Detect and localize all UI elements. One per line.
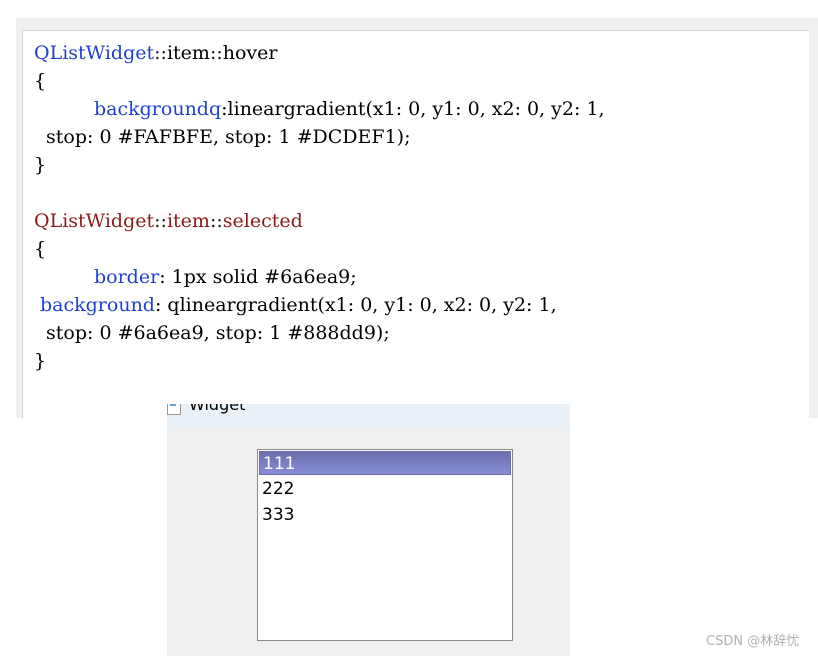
selector-state: hover: [222, 42, 278, 64]
watermark: CSDN @林辞忧: [706, 634, 800, 649]
property-name: background: [40, 294, 155, 316]
property-value: : qlineargradient(x1: 0, y1: 0, x2: 0, y…: [154, 294, 557, 316]
widget-window: Widget 111 222 333: [167, 404, 570, 656]
list-item[interactable]: 222: [259, 477, 511, 501]
property-value: : 1px solid #6a6ea9;: [159, 266, 357, 288]
selector-sub: item: [166, 210, 210, 232]
selector-sub: item: [166, 42, 210, 64]
property-name: border: [94, 266, 160, 288]
selector-separator: ::: [209, 210, 223, 232]
selector-state: selected: [222, 210, 303, 232]
selector-separator: ::: [209, 42, 223, 64]
code-line-9: border: 1px solid #6a6ea9;: [94, 264, 357, 290]
selector-class: QListWidget: [34, 42, 155, 64]
code-line-12: }: [34, 350, 47, 372]
property-value: :lineargradient(x1: 0, y1: 0, x2: 0, y2:…: [221, 98, 605, 120]
code-line-11: stop: 0 #6a6ea9, stop: 1 #888dd9);: [40, 322, 390, 344]
list-item-selected[interactable]: 111: [259, 451, 511, 475]
selector-separator: ::: [154, 210, 167, 232]
list-widget[interactable]: 111 222 333: [257, 449, 513, 641]
code-line-10: background: qlineargradient(x1: 0, y1: 0…: [40, 292, 557, 318]
window-title: Widget: [189, 404, 246, 414]
code-line-3: backgroundq:lineargradient(x1: 0, y1: 0,…: [94, 96, 605, 122]
code-line-5: }: [34, 154, 47, 176]
code-line-2: {: [34, 70, 47, 92]
window-icon: [167, 404, 181, 415]
code-line-7: QListWidget::item::selected: [34, 208, 303, 234]
property-name: backgroundq: [94, 98, 222, 120]
window-titlebar[interactable]: Widget: [167, 404, 570, 429]
code-line-1: QListWidget::item::hover: [34, 40, 278, 66]
list-item[interactable]: 333: [259, 503, 511, 527]
selector-class: QListWidget: [34, 210, 155, 232]
code-line-4: stop: 0 #FAFBFE, stop: 1 #DCDEF1);: [40, 126, 411, 148]
code-line-8: {: [34, 238, 47, 260]
selector-separator: ::: [154, 42, 167, 64]
